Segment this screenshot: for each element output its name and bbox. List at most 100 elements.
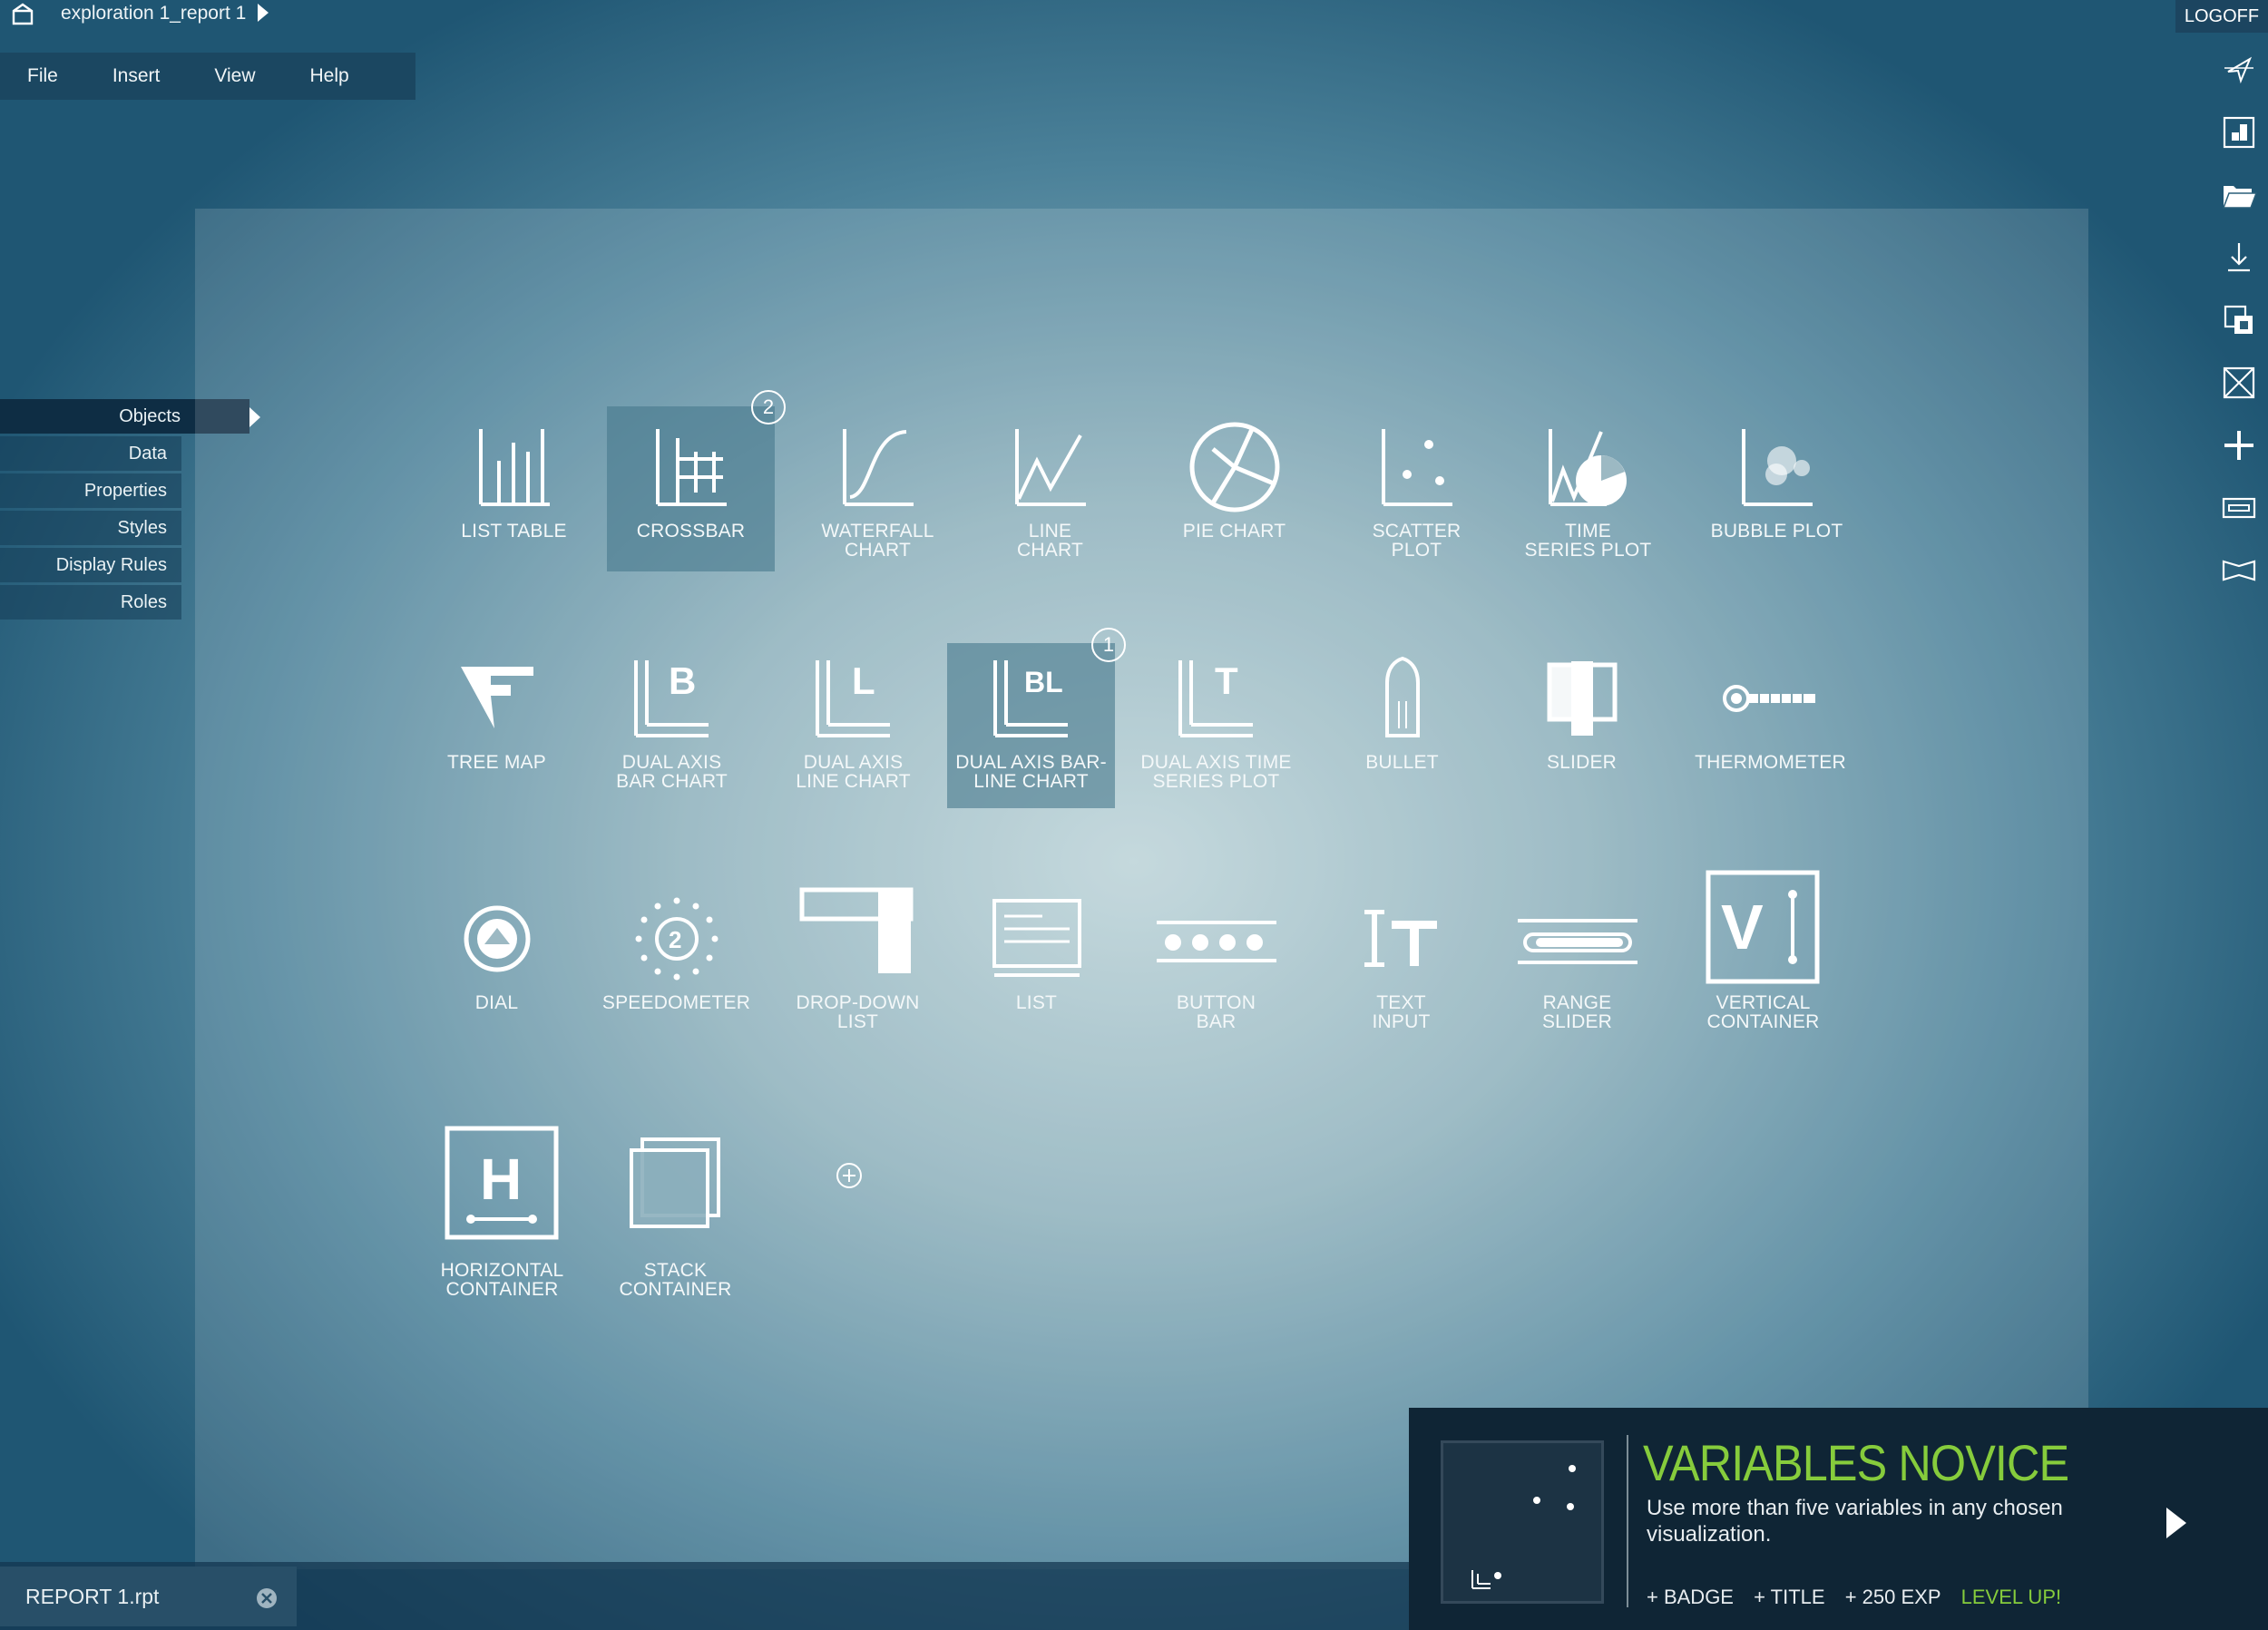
icon-letter: B (669, 659, 696, 702)
tool-add[interactable] (2219, 425, 2259, 465)
object-button-bar[interactable]: BUTTON BAR (1132, 884, 1300, 1031)
plus-icon (2224, 431, 2253, 460)
tool-download[interactable] (2219, 238, 2259, 278)
level-up-text: LEVEL UP! (1960, 1586, 2062, 1608)
object-thermometer[interactable]: THERMOMETER (1686, 644, 1854, 772)
menu-file[interactable]: File (0, 65, 85, 87)
object-label: DUAL AXIS LINE CHART (796, 752, 911, 792)
menu-view[interactable]: View (187, 65, 282, 87)
side-panel: Objects Data Properties Styles Display R… (0, 399, 260, 622)
reward-title: + TITLE (1754, 1586, 1825, 1608)
fit-icon (2223, 366, 2255, 399)
line-chart-icon (1014, 428, 1086, 506)
object-slider[interactable]: SLIDER (1498, 644, 1666, 772)
object-label: BUBBLE PLOT (1710, 521, 1843, 542)
add-object-button[interactable] (835, 1161, 864, 1190)
object-label: LINE CHART (1017, 521, 1083, 561)
object-drop-down-list[interactable]: DROP-DOWN LIST (774, 871, 942, 1031)
selection-order-badge: 2 (751, 390, 786, 425)
object-label: DUAL AXIS BAR CHART (616, 752, 728, 792)
object-tree-map[interactable]: TREE MAP (413, 644, 581, 772)
menu-insert[interactable]: Insert (85, 65, 188, 87)
object-dual-axis-bar-chart[interactable]: B DUAL AXIS BAR CHART (588, 644, 756, 792)
object-label: LIST TABLE (461, 521, 567, 542)
object-label: BULLET (1365, 752, 1439, 773)
panel-tab-data[interactable]: Data (0, 436, 181, 471)
object-bubble-plot[interactable]: BUBBLE PLOT (1693, 413, 1861, 541)
object-list[interactable]: LIST (953, 884, 1120, 1012)
achievement-divider (1627, 1435, 1628, 1607)
scatter-badge-icon (1471, 1465, 1576, 1589)
object-label: TEXT INPUT (1372, 992, 1431, 1032)
object-list-table[interactable]: LIST TABLE (430, 413, 598, 541)
object-dual-axis-line-chart[interactable]: L DUAL AXIS LINE CHART (769, 644, 937, 792)
object-dual-axis-time-series-plot[interactable]: T DUAL AXIS TIME SERIES PLOT (1132, 644, 1300, 792)
achievement-thumbnail (1441, 1440, 1604, 1604)
panel-icon (2222, 497, 2256, 519)
object-bullet[interactable]: BULLET (1318, 644, 1486, 772)
title-arrow-icon[interactable] (258, 4, 269, 22)
add-circle-icon (836, 1163, 862, 1188)
achievement-rewards: + BADGE + TITLE + 250 EXP LEVEL UP! (1647, 1586, 2076, 1609)
tool-pointer[interactable] (2219, 50, 2259, 90)
icon-letter: H (480, 1147, 522, 1212)
logoff-button[interactable]: LOGOFF (2175, 0, 2268, 33)
horizontal-container-icon: H (445, 1126, 558, 1240)
dual-axis-bar-chart-icon: B (634, 659, 709, 737)
tool-copy[interactable] (2219, 300, 2259, 340)
object-label: WATERFALL CHART (821, 521, 934, 561)
menu-help[interactable]: Help (283, 65, 376, 87)
object-dual-axis-bar-line-chart[interactable]: BL DUAL AXIS BAR- LINE CHART (947, 643, 1115, 808)
crossbar-icon (655, 428, 727, 506)
tool-open-folder[interactable] (2219, 175, 2259, 215)
bullet-icon (1384, 656, 1420, 737)
object-label: SLIDER (1546, 752, 1618, 773)
object-label: RANGE SLIDER (1541, 992, 1613, 1032)
object-label: THERMOMETER (1695, 752, 1846, 773)
panel-tab-styles[interactable]: Styles (0, 511, 181, 545)
object-dial[interactable]: DIAL (413, 884, 581, 1012)
tool-fit[interactable] (2219, 363, 2259, 403)
object-speedometer[interactable]: 2 SPEEDOMETER (592, 884, 760, 1012)
object-crossbar[interactable]: CROSSBAR (607, 406, 775, 571)
expand-icon (2222, 560, 2256, 581)
object-label: TREE MAP (447, 752, 546, 773)
icon-letter: V (1721, 892, 1764, 962)
object-label: DROP-DOWN LIST (796, 992, 920, 1032)
panel-tab-roles[interactable]: Roles (0, 585, 181, 620)
dual-axis-bar-line-chart-icon: BL (993, 659, 1068, 737)
slider-icon (1547, 661, 1617, 736)
panel-tab-display-rules[interactable]: Display Rules (0, 548, 181, 582)
object-vertical-container[interactable]: V VERTICAL CONTAINER (1679, 862, 1847, 1031)
object-text-input[interactable]: TEXT INPUT (1317, 884, 1485, 1031)
object-scatter-plot[interactable]: SCATTER PLOT (1333, 413, 1501, 560)
panel-tab-properties[interactable]: Properties (0, 473, 181, 508)
object-label: CROSSBAR (636, 521, 746, 542)
time-series-plot-icon (1548, 428, 1627, 506)
object-label: DUAL AXIS TIME SERIES PLOT (1140, 752, 1292, 792)
object-time-series-plot[interactable]: TIME SERIES PLOT (1504, 413, 1672, 560)
object-waterfall-chart[interactable]: WATERFALL CHART (794, 413, 962, 560)
tool-expand[interactable] (2219, 551, 2259, 591)
object-label: TIME SERIES PLOT (1524, 521, 1652, 561)
report-tab[interactable]: REPORT 1.rpt (0, 1567, 297, 1626)
home-icon[interactable] (11, 2, 34, 25)
close-tab-icon[interactable] (256, 1587, 278, 1609)
object-stack-container[interactable]: STACK CONTAINER (591, 1107, 759, 1299)
object-pie-chart[interactable]: PIE CHART (1150, 413, 1318, 541)
object-label: SPEEDOMETER (601, 992, 751, 1013)
drop-down-list-icon (799, 887, 913, 973)
achievement-toast: VARIABLES NOVICE Use more than five vari… (1409, 1408, 2268, 1630)
range-slider-icon (1517, 919, 1637, 964)
vertical-container-icon: V (1706, 870, 1819, 983)
tool-report-layout[interactable] (2219, 112, 2259, 152)
next-arrow-icon[interactable] (2166, 1508, 2186, 1538)
dual-axis-line-chart-icon: L (816, 659, 890, 737)
object-range-slider[interactable]: RANGE SLIDER (1493, 884, 1661, 1031)
tool-panel[interactable] (2219, 488, 2259, 528)
pointer-icon (2224, 56, 2253, 84)
object-horizontal-container[interactable]: H HORIZONTAL CONTAINER (418, 1107, 586, 1299)
menu-bar: File Insert View Help (0, 53, 415, 100)
object-label: HORIZONTAL CONTAINER (440, 1260, 564, 1300)
object-line-chart[interactable]: LINE CHART (966, 413, 1134, 560)
